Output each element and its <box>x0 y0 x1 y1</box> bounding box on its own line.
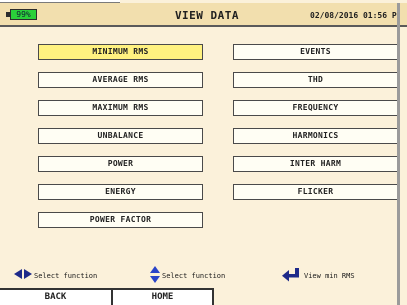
menu-inter-harm[interactable]: INTER HARM <box>233 156 398 172</box>
hint-enter: View min RMS <box>304 272 355 280</box>
enter-arrow-icon <box>282 268 299 282</box>
menu-energy[interactable]: ENERGY <box>38 184 203 200</box>
menu-minimum-rms[interactable]: MINIMUM RMS <box>38 44 203 60</box>
menu-unbalance[interactable]: UNBALANCE <box>38 128 203 144</box>
home-button[interactable]: HOME <box>113 290 214 305</box>
left-right-arrow-icon <box>14 269 32 279</box>
back-button[interactable]: BACK <box>0 290 113 305</box>
menu-thd[interactable]: THD <box>233 72 398 88</box>
menu-flicker[interactable]: FLICKER <box>233 184 398 200</box>
page-title: VIEW DATA <box>174 9 240 22</box>
up-down-arrow-icon <box>150 266 160 283</box>
menu-power-factor[interactable]: POWER FACTOR <box>38 212 203 228</box>
hint-left-right: Select function <box>34 272 98 280</box>
header-bar: 99% VIEW DATA 02/08/2016 01:56 P <box>0 3 407 27</box>
menu-events[interactable]: EVENTS <box>233 44 398 60</box>
menu-frequency[interactable]: FREQUENCY <box>233 100 398 116</box>
date-time: 02/08/2016 01:56 P <box>310 11 397 20</box>
battery-indicator: 99% <box>10 9 37 20</box>
hint-up-down: Select function <box>162 272 226 280</box>
menu-power[interactable]: POWER <box>38 156 203 172</box>
right-edge-bar <box>397 3 400 305</box>
menu-harmonics[interactable]: HARMONICS <box>233 128 398 144</box>
menu-average-rms[interactable]: AVERAGE RMS <box>38 72 203 88</box>
menu-maximum-rms[interactable]: MAXIMUM RMS <box>38 100 203 116</box>
